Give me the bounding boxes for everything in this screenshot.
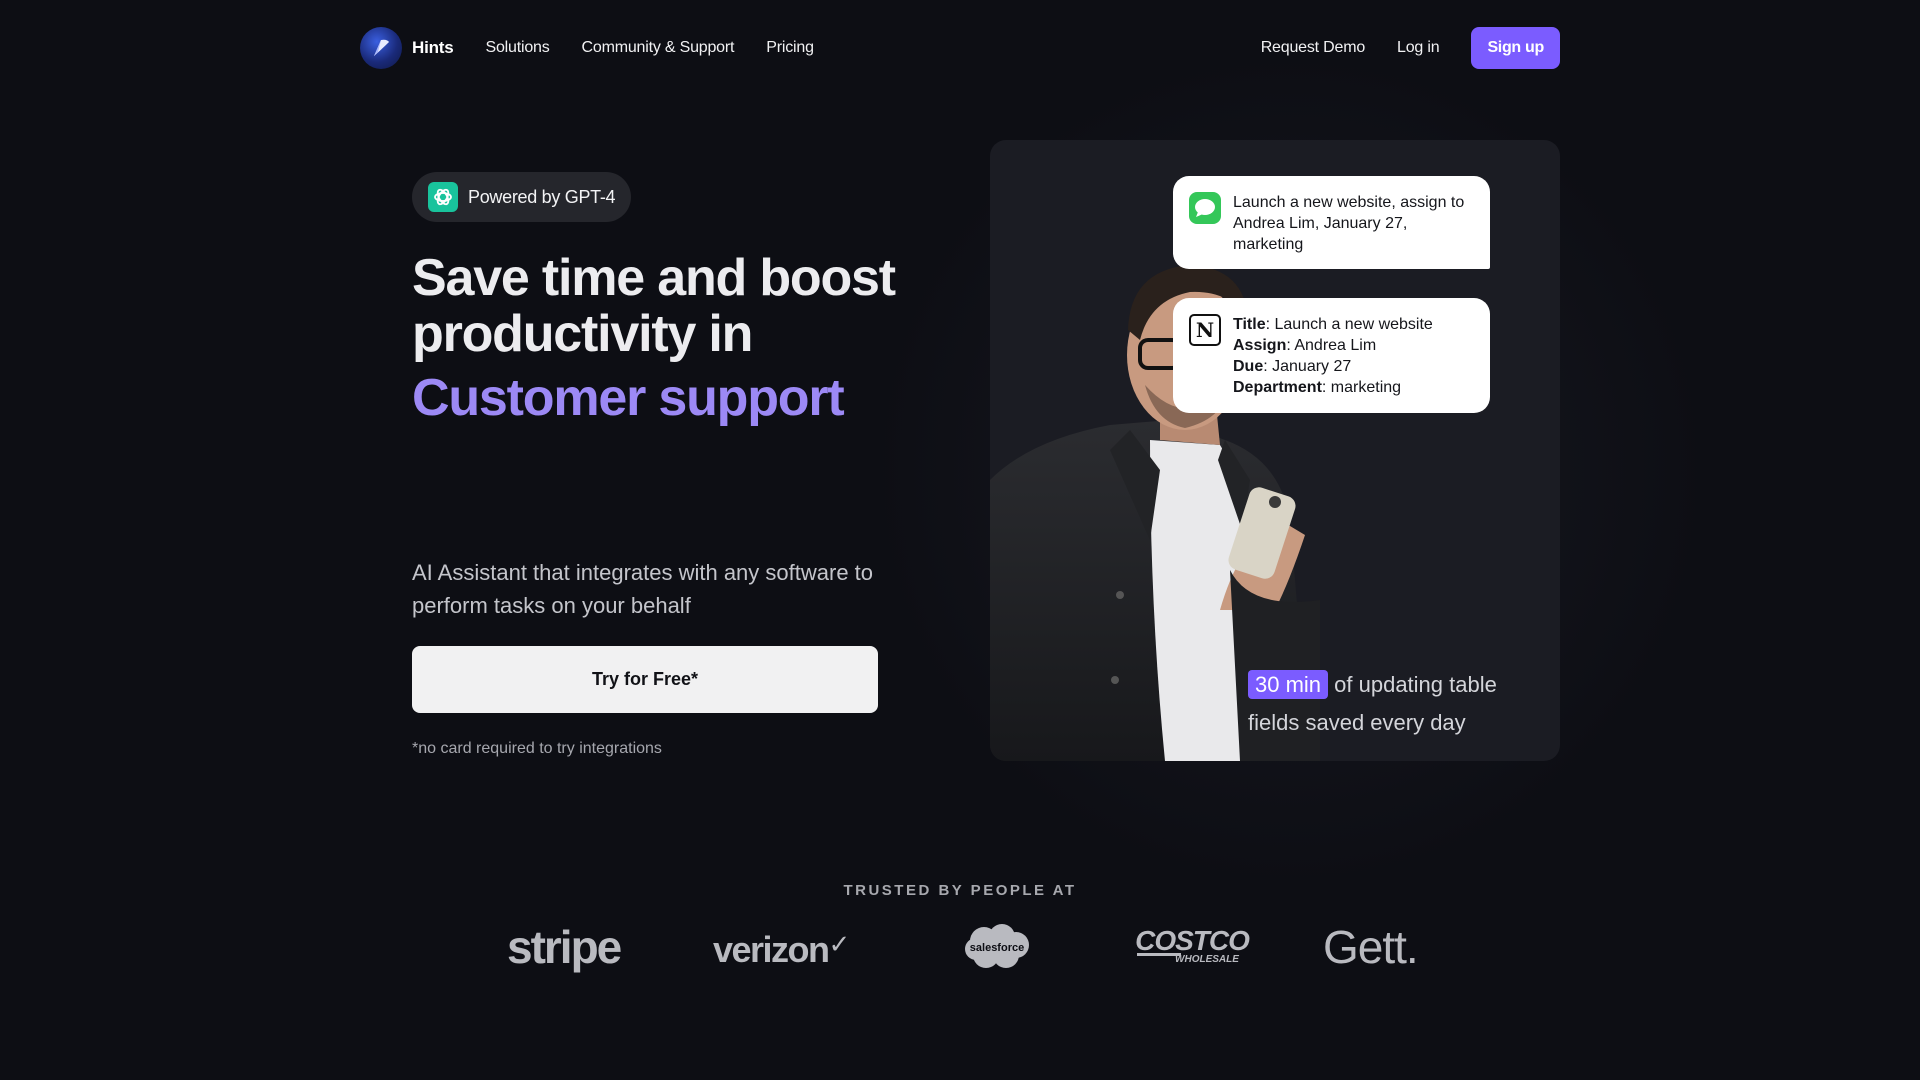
try-for-free-button[interactable]: Try for Free* bbox=[412, 646, 878, 713]
nav-link-solutions[interactable]: Solutions bbox=[486, 39, 550, 57]
signup-button[interactable]: Sign up bbox=[1471, 27, 1560, 69]
stripe-logo: stripe bbox=[507, 921, 622, 973]
badge-text: Powered by GPT-4 bbox=[468, 186, 616, 207]
hints-logo-icon bbox=[360, 27, 402, 69]
task-field-assign: Assign: Andrea Lim bbox=[1233, 337, 1377, 354]
task-fields: Title: Launch a new website Assign: Andr… bbox=[1233, 314, 1433, 413]
message-bubble: Launch a new website, assign to Andrea L… bbox=[1173, 176, 1490, 269]
time-saved-stat: 30 min of updating table fields saved ev… bbox=[1248, 666, 1508, 742]
brand-name: Hints bbox=[412, 38, 454, 57]
no-card-note: *no card required to try integrations bbox=[412, 740, 662, 757]
request-demo-link[interactable]: Request Demo bbox=[1261, 39, 1366, 57]
hero-headline-accent: Customer support bbox=[412, 369, 845, 427]
login-link[interactable]: Log in bbox=[1397, 39, 1440, 57]
top-nav: Hints Solutions Community & Support Pric… bbox=[360, 27, 1560, 69]
nav-link-community-support[interactable]: Community & Support bbox=[582, 39, 735, 57]
costco-logo: COSTCO WHOLESALE bbox=[1133, 925, 1251, 966]
task-field-title: Title: Launch a new website bbox=[1233, 316, 1433, 333]
hero-headline: Save time and boost productivity in bbox=[412, 249, 896, 363]
svg-text:COSTCO: COSTCO bbox=[1135, 926, 1250, 956]
nav-link-pricing[interactable]: Pricing bbox=[766, 39, 814, 57]
message-text: Launch a new website, assign to Andrea L… bbox=[1233, 194, 1465, 253]
salesforce-logo: salesforce bbox=[962, 923, 1032, 971]
trusted-by-heading: TRUSTED BY PEOPLE AT bbox=[843, 882, 1077, 899]
notion-icon: N bbox=[1189, 314, 1221, 346]
gett-logo: Gett. bbox=[1323, 921, 1419, 973]
nav-links: Solutions Community & Support Pricing bbox=[486, 39, 814, 57]
brand[interactable]: Hints bbox=[360, 27, 454, 69]
hero-subtitle: AI Assistant that integrates with any so… bbox=[412, 560, 874, 618]
task-card: N Title: Launch a new website Assign: An… bbox=[1173, 298, 1490, 413]
task-field-department: Department: marketing bbox=[1233, 379, 1402, 396]
task-field-due: Due: January 27 bbox=[1233, 358, 1352, 375]
openai-icon bbox=[428, 182, 458, 212]
customer-logos: stripe verizon✓ salesforce COSTCO WHOLES… bbox=[0, 920, 1920, 980]
messages-app-icon bbox=[1189, 192, 1221, 224]
svg-text:salesforce: salesforce bbox=[970, 942, 1024, 954]
stat-value-pill: 30 min bbox=[1248, 670, 1329, 699]
verizon-logo: verizon✓ bbox=[713, 929, 850, 970]
gpt4-badge: Powered by GPT-4 bbox=[412, 172, 632, 222]
svg-text:WHOLESALE: WHOLESALE bbox=[1175, 954, 1239, 965]
